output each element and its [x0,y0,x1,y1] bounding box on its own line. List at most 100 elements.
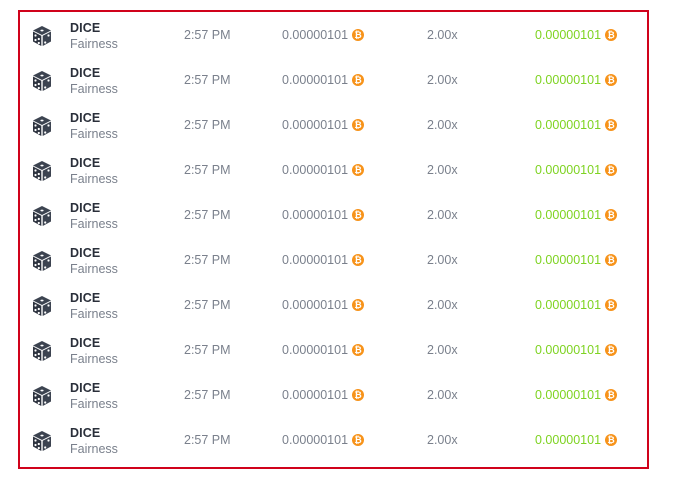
fairness-link[interactable]: Fairness [70,307,118,321]
bet-row[interactable]: DICE Fairness 2:57 PM 0.00000101 ₿ 2.00x … [20,417,647,462]
bitcoin-icon: ₿ [352,164,365,176]
bet-multiplier: 2.00x [427,208,458,222]
bet-payout: 0.00000101 ₿ [535,253,618,267]
game-name: DICE [70,381,101,395]
bet-payout-value: 0.00000101 [535,298,602,312]
fairness-link[interactable]: Fairness [70,127,118,141]
bet-amount: 0.00000101 ₿ [282,73,365,87]
bet-amount-value: 0.00000101 [282,28,349,42]
bet-row[interactable]: DICE Fairness 2:57 PM 0.00000101 ₿ 2.00x … [20,237,647,282]
game-name: DICE [70,246,101,260]
bitcoin-icon: ₿ [352,74,365,86]
bet-time: 2:57 PM [184,433,231,447]
bet-multiplier: 2.00x [427,433,458,447]
bet-payout: 0.00000101 ₿ [535,433,618,447]
bet-time: 2:57 PM [184,343,231,357]
dice-icon [33,386,51,406]
bitcoin-icon: ₿ [352,29,365,41]
bet-payout-value: 0.00000101 [535,73,602,87]
bet-row[interactable]: DICE Fairness 2:57 PM 0.00000101 ₿ 2.00x … [20,102,647,147]
bets-list: DICE Fairness 2:57 PM 0.00000101 ₿ 2.00x … [18,10,649,469]
bet-amount-value: 0.00000101 [282,163,349,177]
bet-amount-value: 0.00000101 [282,433,349,447]
bet-row[interactable]: DICE Fairness 2:57 PM 0.00000101 ₿ 2.00x … [20,372,647,417]
bet-amount: 0.00000101 ₿ [282,208,365,222]
bet-row[interactable]: DICE Fairness 2:57 PM 0.00000101 ₿ 2.00x … [20,57,647,102]
bet-amount-value: 0.00000101 [282,118,349,132]
game-name: DICE [70,66,101,80]
bet-time: 2:57 PM [184,28,231,42]
bet-multiplier: 2.00x [427,298,458,312]
bet-payout-value: 0.00000101 [535,118,602,132]
bet-amount: 0.00000101 ₿ [282,388,365,402]
fairness-link[interactable]: Fairness [70,82,118,96]
bet-amount: 0.00000101 ₿ [282,253,365,267]
game-name: DICE [70,21,101,35]
fairness-link[interactable]: Fairness [70,262,118,276]
bet-payout: 0.00000101 ₿ [535,298,618,312]
bitcoin-icon: ₿ [352,389,365,401]
bet-row[interactable]: DICE Fairness 2:57 PM 0.00000101 ₿ 2.00x … [20,327,647,372]
dice-icon [33,341,51,361]
bitcoin-icon: ₿ [605,74,618,86]
cropped-pagination-text [258,478,398,485]
bet-payout: 0.00000101 ₿ [535,343,618,357]
bet-amount: 0.00000101 ₿ [282,28,365,42]
bitcoin-icon: ₿ [605,209,618,221]
bitcoin-icon: ₿ [605,29,618,41]
bet-multiplier: 2.00x [427,163,458,177]
dice-icon [33,296,51,316]
bet-time: 2:57 PM [184,208,231,222]
fairness-link[interactable]: Fairness [70,37,118,51]
bet-payout: 0.00000101 ₿ [535,388,618,402]
bet-row[interactable]: DICE Fairness 2:57 PM 0.00000101 ₿ 2.00x … [20,147,647,192]
bet-payout: 0.00000101 ₿ [535,73,618,87]
bet-multiplier: 2.00x [427,388,458,402]
fairness-link[interactable]: Fairness [70,172,118,186]
bet-payout-value: 0.00000101 [535,208,602,222]
bitcoin-icon: ₿ [605,434,618,446]
bet-payout: 0.00000101 ₿ [535,163,618,177]
fairness-link[interactable]: Fairness [70,442,118,456]
bet-amount-value: 0.00000101 [282,388,349,402]
bitcoin-icon: ₿ [352,254,365,266]
bet-row[interactable]: DICE Fairness 2:57 PM 0.00000101 ₿ 2.00x … [20,12,647,57]
fairness-link[interactable]: Fairness [70,397,118,411]
bet-payout-value: 0.00000101 [535,163,602,177]
bitcoin-icon: ₿ [605,164,618,176]
bitcoin-icon: ₿ [352,344,365,356]
dice-icon [33,26,51,46]
bitcoin-icon: ₿ [352,209,365,221]
game-name: DICE [70,111,101,125]
bet-payout-value: 0.00000101 [535,253,602,267]
game-name: DICE [70,201,101,215]
dice-icon [33,251,51,271]
bitcoin-icon: ₿ [605,254,618,266]
fairness-link[interactable]: Fairness [70,352,118,366]
bitcoin-icon: ₿ [352,434,365,446]
bitcoin-icon: ₿ [605,389,618,401]
game-name: DICE [70,291,101,305]
bet-time: 2:57 PM [184,298,231,312]
dice-icon [33,161,51,181]
dice-icon [33,206,51,226]
bet-multiplier: 2.00x [427,73,458,87]
bet-amount-value: 0.00000101 [282,208,349,222]
bet-amount-value: 0.00000101 [282,73,349,87]
bet-multiplier: 2.00x [427,343,458,357]
bet-row[interactable]: DICE Fairness 2:57 PM 0.00000101 ₿ 2.00x … [20,192,647,237]
bet-time: 2:57 PM [184,73,231,87]
bet-multiplier: 2.00x [427,253,458,267]
bitcoin-icon: ₿ [605,344,618,356]
fairness-link[interactable]: Fairness [70,217,118,231]
bet-amount-value: 0.00000101 [282,253,349,267]
bitcoin-icon: ₿ [352,119,365,131]
game-name: DICE [70,426,101,440]
bet-amount-value: 0.00000101 [282,343,349,357]
bet-payout-value: 0.00000101 [535,433,602,447]
bitcoin-icon: ₿ [605,119,618,131]
bet-row[interactable]: DICE Fairness 2:57 PM 0.00000101 ₿ 2.00x … [20,282,647,327]
bet-time: 2:57 PM [184,163,231,177]
bet-amount-value: 0.00000101 [282,298,349,312]
dice-icon [33,116,51,136]
